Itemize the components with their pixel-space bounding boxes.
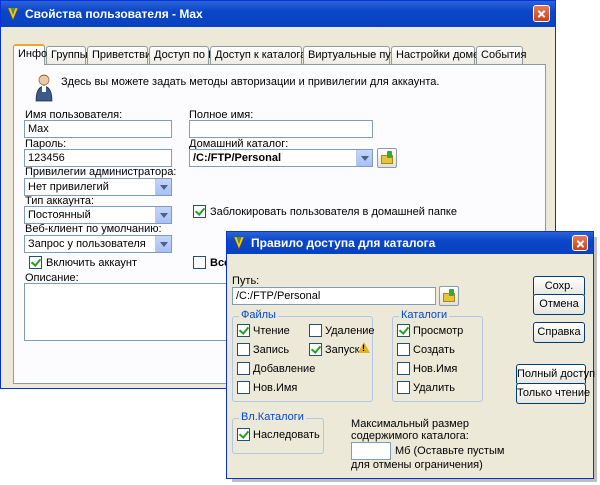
account-type-select[interactable]: Постоянный — [24, 206, 172, 224]
main-close-button[interactable] — [533, 5, 550, 22]
browse-folder-button[interactable] — [377, 148, 397, 168]
file-execute-checkbox[interactable] — [309, 343, 322, 356]
file-append-checkbox[interactable] — [237, 362, 250, 375]
help-button[interactable]: Справка — [533, 322, 585, 343]
admin-priv-value: Нет привилегий — [28, 181, 109, 193]
tab-info[interactable]: Инфо — [13, 44, 47, 65]
web-client-label: Веб-клиент по умолчанию: — [25, 223, 162, 235]
dir-create-label: Создать — [413, 344, 455, 356]
warning-icon — [358, 342, 370, 353]
app-icon — [7, 7, 19, 21]
file-read-label: Чтение — [253, 325, 290, 337]
description-textarea[interactable] — [24, 283, 244, 341]
account-type-value: Постоянный — [28, 209, 91, 221]
tab-virtual-paths[interactable]: Виртуальные пути — [303, 46, 402, 64]
max-size-label-2: содержимого каталога: — [351, 430, 469, 442]
tab-greeting[interactable]: Приветствие — [87, 46, 157, 64]
inherit-label: Наследовать — [253, 429, 320, 441]
tab-ip-access[interactable]: Доступ по IP — [149, 46, 218, 64]
home-dir-value: /C:/FTP/Personal — [193, 152, 282, 164]
dir-delete-checkbox[interactable] — [397, 381, 410, 394]
dialog-title: Правило доступа для каталога — [251, 236, 436, 250]
dir-create-checkbox[interactable] — [397, 343, 410, 356]
file-delete-label: Удаление — [325, 325, 375, 337]
dialog-titlebar[interactable]: Правило доступа для каталога — [227, 232, 593, 254]
tab-domain-settings[interactable]: Настройки домена — [391, 46, 491, 64]
chevron-down-icon[interactable] — [356, 150, 372, 166]
web-client-select[interactable]: Запрос у пользователя — [24, 235, 172, 253]
dir-list-label: Просмотр — [413, 325, 464, 337]
max-size-hint-1: Мб (Оставьте пустым — [395, 445, 505, 457]
dirs-group-title: Каталоги — [399, 309, 450, 321]
file-read-checkbox[interactable] — [237, 324, 250, 337]
full-access-button[interactable]: Полный доступ — [516, 364, 595, 385]
max-size-input[interactable] — [351, 442, 391, 460]
dir-rename-checkbox[interactable] — [397, 362, 410, 375]
password-input[interactable]: 123456 — [24, 149, 172, 167]
tab-dir-access[interactable]: Доступ к каталогам — [210, 46, 314, 64]
admin-priv-select[interactable]: Нет привилегий — [24, 178, 172, 196]
tab-groups[interactable]: Группы — [46, 46, 88, 64]
subdirs-group-title: Вл.Каталоги — [239, 411, 306, 423]
web-client-value: Запрос у пользователя — [28, 238, 146, 250]
username-input[interactable]: Max — [24, 120, 172, 138]
tab-events[interactable]: События — [476, 46, 526, 64]
dialog-close-button[interactable] — [572, 235, 588, 251]
read-only-button[interactable]: Только чтение — [516, 383, 590, 404]
file-write-checkbox[interactable] — [237, 343, 250, 356]
chevron-down-icon[interactable] — [155, 207, 171, 223]
main-titlebar[interactable]: Свойства пользователя - Max — [1, 1, 555, 27]
chevron-down-icon[interactable] — [155, 236, 171, 252]
enable-account-checkbox[interactable] — [29, 256, 42, 269]
file-rename-checkbox[interactable] — [237, 381, 250, 394]
home-dir-select[interactable]: /C:/FTP/Personal — [189, 149, 373, 167]
files-group-title: Файлы — [239, 309, 278, 321]
main-title: Свойства пользователя - Max — [25, 7, 203, 21]
always-checkbox[interactable] — [193, 256, 206, 269]
admin-priv-label: Привилегии администратора: — [25, 166, 177, 178]
file-delete-checkbox[interactable] — [309, 324, 322, 337]
dir-delete-label: Удалить — [413, 382, 455, 394]
inherit-checkbox[interactable] — [237, 428, 250, 441]
file-execute-label: Запуск — [325, 344, 360, 356]
file-append-label: Добавление — [253, 363, 316, 375]
path-input[interactable]: /C:/FTP/Personal — [232, 287, 436, 305]
fullname-input[interactable] — [189, 120, 373, 138]
max-size-label-1: Максимальный размер — [351, 418, 469, 430]
enable-account-label: Включить аккаунт — [46, 257, 137, 269]
lock-home-label: Заблокировать пользователя в домашней па… — [210, 206, 457, 218]
app-icon — [233, 236, 245, 250]
file-write-label: Запись — [253, 344, 290, 356]
cancel-button[interactable]: Отмена — [533, 294, 585, 315]
max-size-hint-2: для отмены ограничения) — [351, 459, 483, 471]
info-text: Здесь вы можете задать методы авторизаци… — [61, 76, 440, 88]
lock-home-checkbox[interactable] — [193, 205, 206, 218]
dir-rename-label: Нов.Имя — [413, 363, 458, 375]
dir-list-checkbox[interactable] — [397, 324, 410, 337]
path-browse-button[interactable] — [439, 286, 459, 306]
file-rename-label: Нов.Имя — [253, 382, 298, 394]
user-icon — [35, 74, 53, 102]
dir-access-dialog: Правило доступа для каталога Путь: /C:/F… — [226, 231, 595, 479]
chevron-down-icon[interactable] — [155, 179, 171, 195]
path-label: Путь: — [232, 275, 260, 287]
